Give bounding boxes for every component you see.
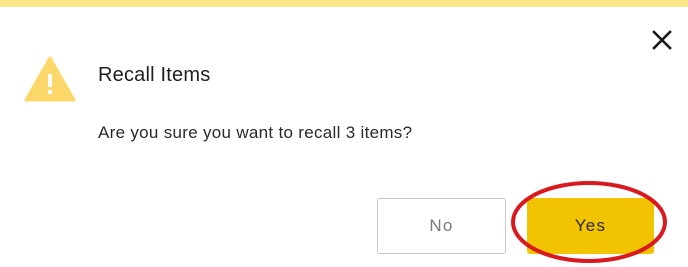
yes-button-label: Yes [574,216,607,235]
dialog-title: Recall Items [98,64,211,86]
recall-items-dialog: Recall Items Are you sure you want to re… [0,0,688,267]
close-button[interactable] [650,28,674,52]
yes-button[interactable]: Yes [527,198,654,254]
dialog-message: Are you sure you want to recall 3 items? [98,123,413,142]
no-button-label: No [429,216,454,235]
warning-icon [24,56,76,102]
close-icon [652,30,672,50]
dialog-top-bar [0,0,688,7]
no-button[interactable]: No [377,198,506,254]
